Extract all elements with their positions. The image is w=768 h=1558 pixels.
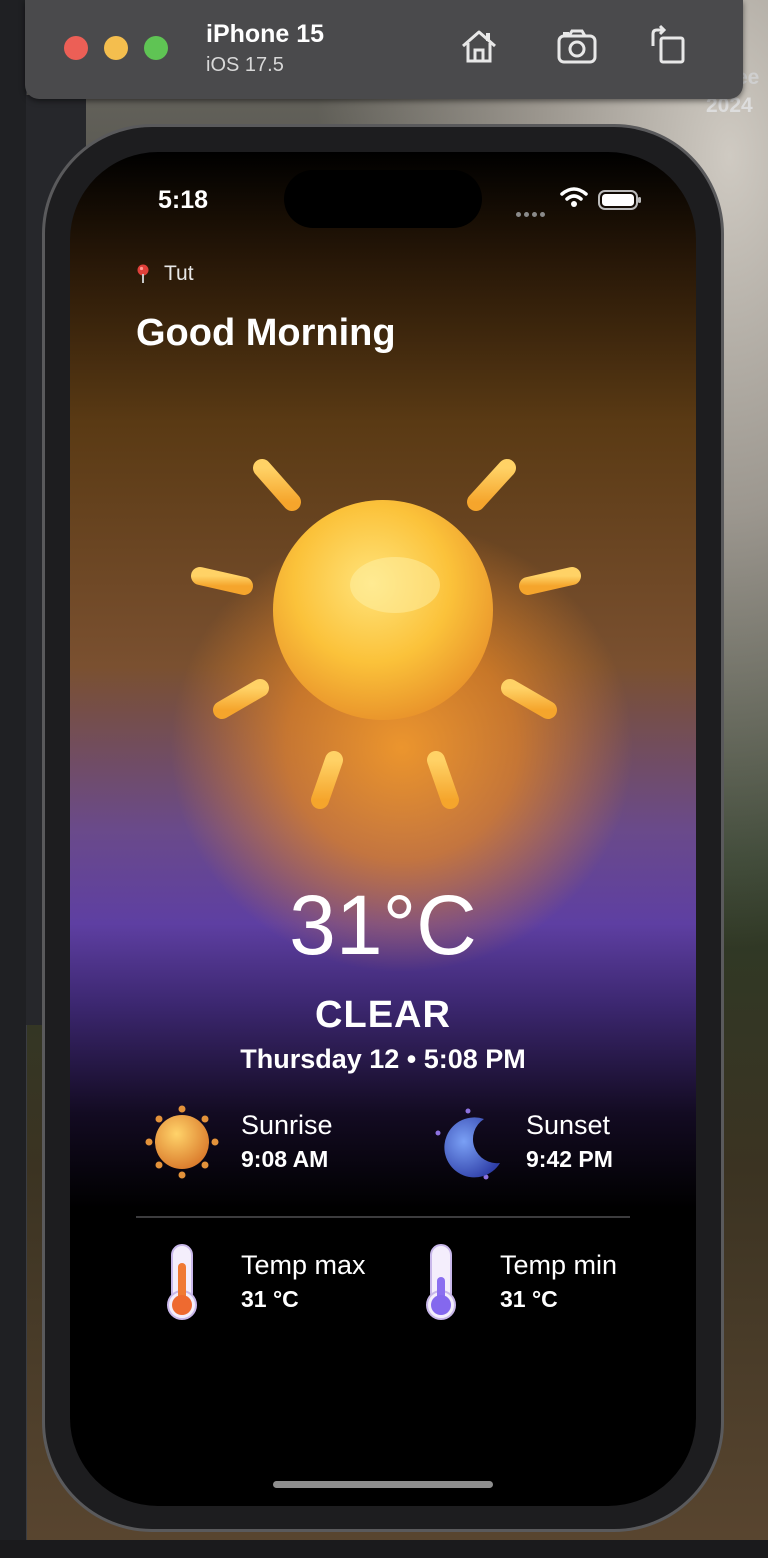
os-version: iOS 17.5 [206,54,284,76]
sunset-item: Sunset 9:42 PM [428,1103,613,1181]
signal-icon [516,204,548,222]
minimize-window-button[interactable] [104,36,128,60]
app-screen: 5:18 Tut Good Morning 31°C CLEAR Thursda… [70,152,696,1506]
home-icon[interactable] [457,24,501,68]
weather-condition: CLEAR [315,994,451,1036]
sunrise-value: 9:08 AM [241,1146,329,1172]
moon-icon [435,1108,500,1180]
sun-icon [191,415,581,809]
location-name: Tut [164,262,194,285]
temp-max-value: 31 °C [241,1286,299,1312]
sunrise-label: Sunrise [241,1110,333,1140]
current-temperature: 31°C [289,878,477,972]
desktop-dock-edge [0,1540,768,1558]
sunrise-item: Sunrise 9:08 AM [143,1103,333,1181]
details-divider [136,1216,630,1218]
screenshot-icon[interactable] [555,24,599,68]
sunset-label: Sunset [526,1110,611,1140]
status-time: 5:18 [158,186,209,214]
wifi-icon [560,187,588,207]
rotate-icon[interactable] [647,24,691,68]
thermometer-hot-icon [167,1244,197,1320]
sunrise-icon [145,1105,219,1179]
location[interactable]: Tut [136,262,194,286]
simulator-titlebar: iPhone 15 iOS 17.5 [25,0,743,99]
battery-icon [598,190,641,210]
home-indicator[interactable] [273,1481,493,1488]
zoom-window-button[interactable] [144,36,168,60]
temp-min-item: Temp min 31 °C [402,1243,617,1321]
greeting-title: Good Morning [136,312,396,354]
temp-max-item: Temp max 31 °C [143,1243,366,1321]
close-window-button[interactable] [64,36,88,60]
thermometer-cold-icon [426,1244,456,1320]
temp-max-label: Temp max [241,1250,366,1280]
pin-icon [137,264,149,283]
sunset-value: 9:42 PM [526,1146,613,1172]
temp-min-label: Temp min [500,1250,618,1280]
date-time: Thursday 12 • 5:08 PM [240,1044,526,1074]
dynamic-island [284,170,482,228]
device-name: iPhone 15 [206,20,325,48]
temp-min-value: 31 °C [500,1286,558,1312]
desktop-left-panel [0,0,27,1558]
